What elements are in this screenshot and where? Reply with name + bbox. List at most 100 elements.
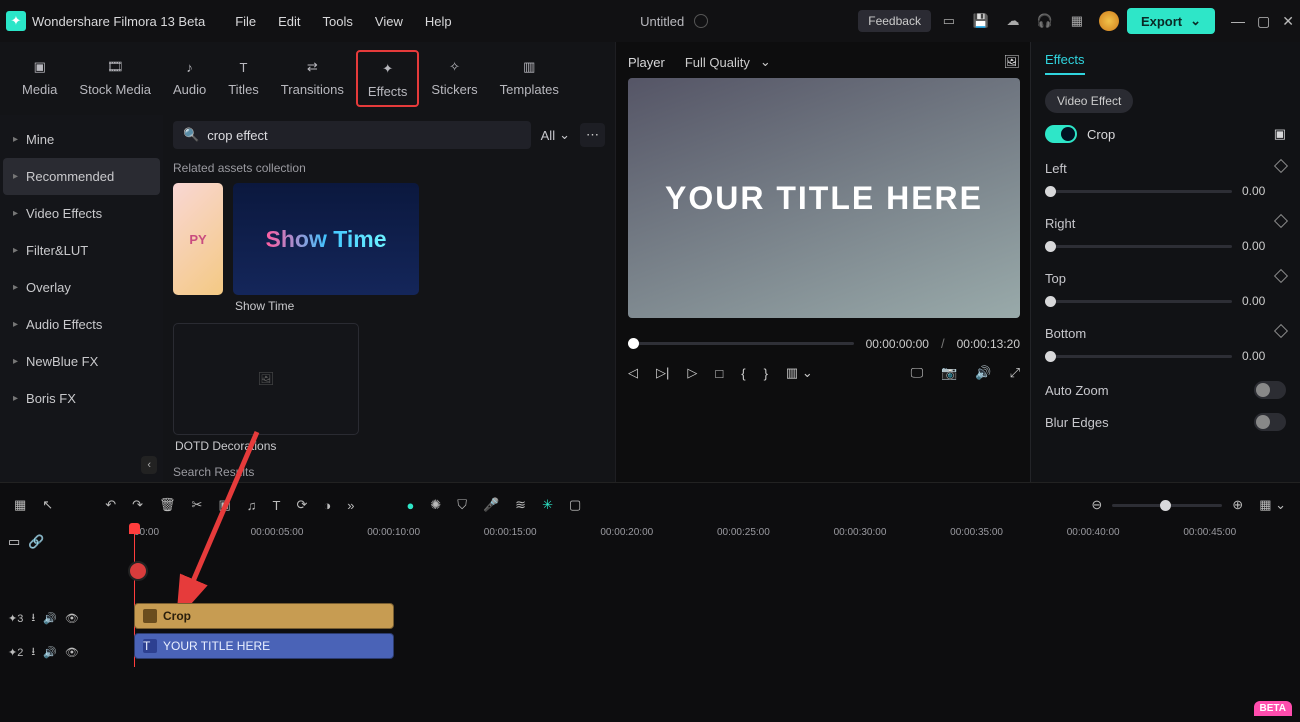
slider-knob-icon[interactable] [1045, 296, 1056, 307]
mark-out-icon[interactable]: } [764, 366, 768, 381]
prev-frame-icon[interactable]: ◁ [628, 365, 638, 381]
param-value[interactable]: 0.00 [1242, 349, 1286, 363]
export-button[interactable]: Export ⌄ [1127, 8, 1215, 34]
timeline-options-icon[interactable]: ▦ ⌄ [1259, 497, 1286, 513]
pointer-icon[interactable]: ↖ [42, 497, 53, 513]
tab-effects[interactable]: ✦Effects [356, 50, 420, 107]
split-icon[interactable]: ✂ [192, 497, 203, 513]
slider-knob-icon[interactable] [1045, 351, 1056, 362]
quality-dropdown[interactable]: Full Quality⌄ [685, 54, 771, 70]
frame-icon[interactable]: ▢ [569, 497, 581, 513]
sidebar-item-filter-lut[interactable]: ▸Filter&LUT [3, 232, 160, 269]
param-slider[interactable] [1045, 300, 1232, 303]
zoom-in-icon[interactable]: ⊕ [1232, 497, 1243, 513]
tab-media[interactable]: ▣Media [12, 50, 67, 107]
track-header-title[interactable]: ✦2 ⭳ 🔊 👁 [0, 637, 134, 667]
playhead-handle-icon[interactable] [129, 523, 140, 534]
feedback-button[interactable]: Feedback [858, 10, 931, 32]
menu-help[interactable]: Help [425, 14, 452, 29]
more-tools-icon[interactable]: » [347, 498, 354, 513]
fullscreen-icon[interactable]: ⤢ [1010, 365, 1020, 381]
slider-knob-icon[interactable] [1045, 241, 1056, 252]
zoom-out-icon[interactable]: ⊖ [1091, 497, 1102, 513]
reset-icon[interactable]: ▣ [1274, 126, 1286, 142]
undo-icon[interactable]: ↶ [105, 497, 116, 513]
maximize-icon[interactable]: ▢ [1257, 13, 1270, 30]
mute-icon[interactable]: 🔊 [43, 646, 57, 659]
save-icon[interactable]: 💾 [971, 11, 991, 31]
cloud-icon[interactable]: ☁ [1003, 11, 1023, 31]
preview-viewport[interactable]: YOUR TITLE HERE [628, 78, 1020, 318]
filter-dropdown[interactable]: All⌄ [541, 127, 570, 143]
sidebar-item-newblue[interactable]: ▸NewBlue FX [3, 343, 160, 380]
crop-toggle[interactable] [1045, 125, 1077, 143]
speed-icon[interactable]: ♫ [247, 498, 257, 513]
collapse-sidebar-button[interactable]: ‹ [141, 456, 157, 474]
track-header-fx[interactable]: ✦3 ⭳ 🔊 👁 [0, 603, 134, 633]
bluredges-toggle[interactable] [1254, 413, 1286, 431]
lock-icon[interactable]: ⭳ [31, 643, 35, 662]
properties-tab-effects[interactable]: Effects [1045, 52, 1085, 75]
keyframe-icon[interactable] [1274, 269, 1288, 283]
sidebar-item-audio-effects[interactable]: ▸Audio Effects [3, 306, 160, 343]
param-slider[interactable] [1045, 245, 1232, 248]
minimize-icon[interactable]: — [1231, 13, 1245, 30]
tab-titles[interactable]: TTitles [218, 50, 269, 107]
tab-stickers[interactable]: ✧Stickers [421, 50, 487, 107]
close-icon[interactable]: ✕ [1282, 13, 1294, 30]
mark-in-icon[interactable]: { [741, 366, 745, 381]
tab-templates[interactable]: ▥Templates [490, 50, 569, 107]
ai-icon[interactable]: ● [406, 498, 414, 513]
stop-icon[interactable]: □ [715, 366, 723, 381]
fx-marker-icon[interactable] [128, 561, 148, 581]
select-tool-icon[interactable]: ▦ [14, 497, 26, 513]
auto-icon[interactable]: ✳ [542, 497, 553, 513]
param-value[interactable]: 0.00 [1242, 294, 1286, 308]
param-value[interactable]: 0.00 [1242, 184, 1286, 198]
color-icon[interactable]: ◑ [323, 498, 331, 513]
lock-icon[interactable]: ⭳ [31, 609, 35, 628]
asset-card-dotd[interactable]: 🖼 DOTD Decorations [173, 323, 359, 453]
clip-crop-effect[interactable]: Crop [134, 603, 394, 629]
search-field[interactable] [207, 128, 520, 143]
delete-icon[interactable]: 🗑 [159, 497, 176, 513]
subtitle-icon[interactable]: ≋ [515, 497, 526, 513]
menu-edit[interactable]: Edit [278, 14, 300, 29]
redo-icon[interactable]: ↷ [132, 497, 143, 513]
menu-tools[interactable]: Tools [323, 14, 353, 29]
seekbar-knob-icon[interactable] [628, 338, 639, 349]
more-button[interactable]: ⋯ [580, 123, 605, 147]
asset-card-bday[interactable]: PY [173, 183, 223, 313]
headphones-icon[interactable]: 🎧 [1035, 11, 1055, 31]
menu-file[interactable]: File [235, 14, 256, 29]
autozoom-toggle[interactable] [1254, 381, 1286, 399]
video-effect-chip[interactable]: Video Effect [1045, 89, 1133, 113]
keyframe-icon[interactable] [1274, 324, 1288, 338]
snapshot-icon[interactable]: 🖼 [1003, 54, 1020, 70]
sidebar-item-video-effects[interactable]: ▸Video Effects [3, 195, 160, 232]
visible-icon[interactable]: 👁 [65, 612, 79, 625]
timeline-ruler[interactable]: 00:00 00:00:05:00 00:00:10:00 00:00:15:0… [134, 527, 1300, 557]
mute-icon[interactable]: 🔊 [43, 612, 57, 625]
zoom-slider[interactable] [1112, 504, 1222, 507]
tab-stock-media[interactable]: 🎞Stock Media [69, 50, 161, 107]
volume-icon[interactable]: 🔊 [975, 365, 991, 381]
visible-icon[interactable]: 👁 [65, 646, 79, 659]
asset-card-showtime[interactable]: Show Time Show Time [233, 183, 419, 313]
mic-icon[interactable]: 🎤 [483, 497, 499, 513]
tab-audio[interactable]: ♪Audio [163, 50, 216, 107]
sidebar-item-overlay[interactable]: ▸Overlay [3, 269, 160, 306]
apps-icon[interactable]: ▦ [1067, 11, 1087, 31]
param-slider[interactable] [1045, 190, 1232, 193]
rotate-icon[interactable]: ⟳ [296, 497, 307, 513]
camera-icon[interactable]: 📷 [941, 365, 957, 381]
player-seekbar[interactable] [628, 342, 854, 345]
play-backward-icon[interactable]: ▷| [656, 365, 669, 381]
avatar-icon[interactable] [1099, 11, 1119, 31]
aspect-icon[interactable]: ▥ ⌄ [786, 365, 813, 381]
sidebar-item-boris[interactable]: ▸Boris FX [3, 380, 160, 417]
project-title[interactable]: Untitled [640, 14, 708, 29]
enhance-icon[interactable]: ✺ [430, 497, 441, 513]
sidebar-item-mine[interactable]: ▸Mine [3, 121, 160, 158]
tab-transitions[interactable]: ⇄Transitions [271, 50, 354, 107]
